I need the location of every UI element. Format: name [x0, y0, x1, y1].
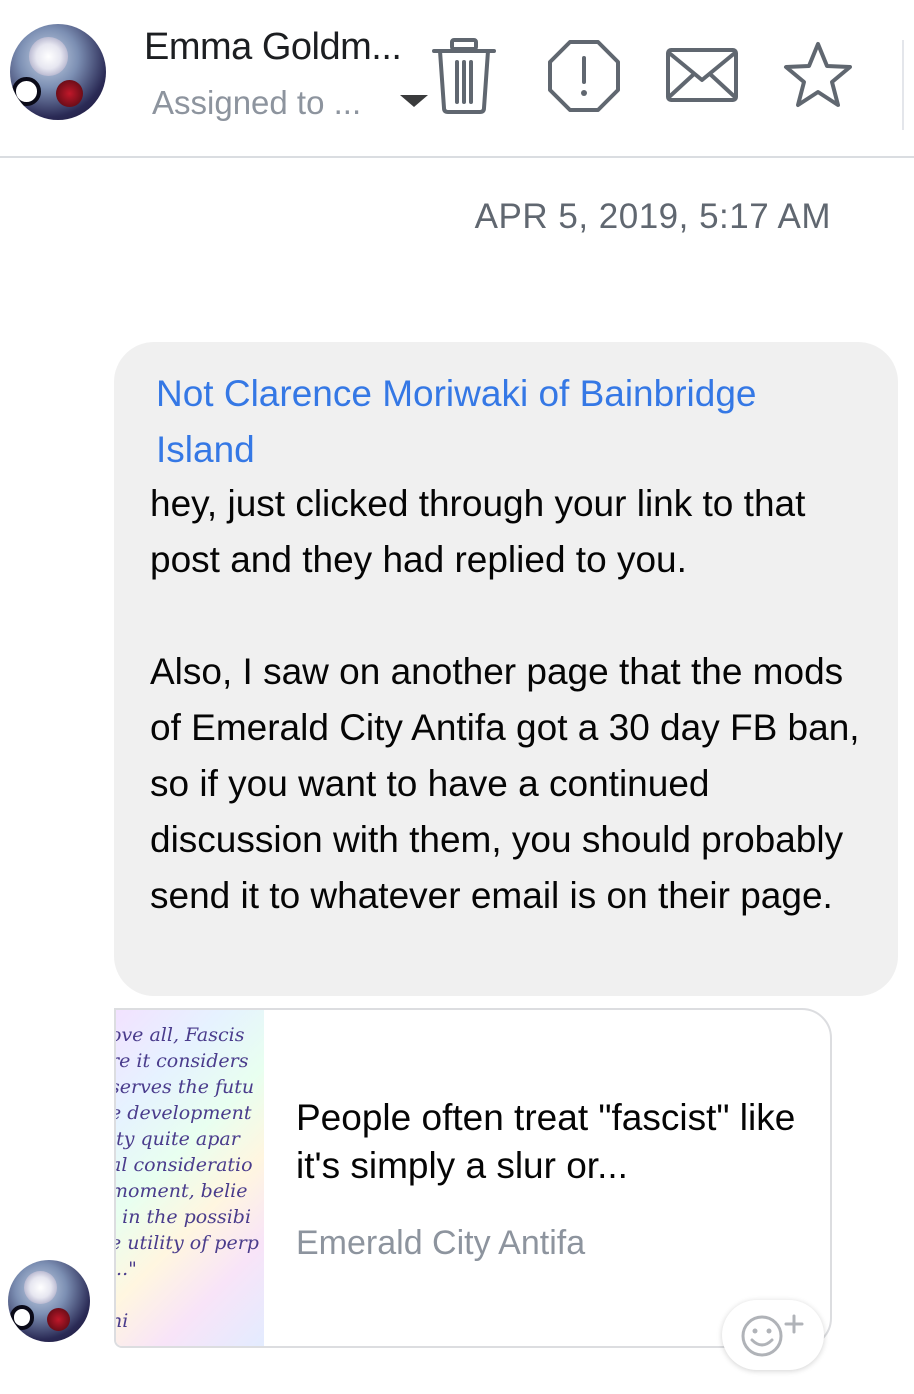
message-timestamp: APR 5, 2019, 5:17 AM	[474, 197, 831, 236]
assigned-to-label[interactable]: Assigned to ...	[152, 84, 361, 122]
avatar-swirl	[11, 76, 41, 106]
conversation-header: Emma Goldm... Assigned to ...	[0, 0, 914, 158]
thumbnail-text-line: re it considers	[116, 1050, 249, 1072]
thumbnail-text-line: e utility of perp	[116, 1232, 259, 1254]
add-reaction-button[interactable]	[722, 1300, 824, 1370]
message-bubble[interactable]: Not Clarence Moriwaki of Bainbridge Isla…	[114, 342, 898, 996]
link-preview-thumbnail: ove all, Fascis re it considers serves t…	[116, 1010, 264, 1346]
message-text: hey, just clicked through your link to t…	[150, 483, 860, 916]
sender-name-link[interactable]: Not Clarence Moriwaki of Bainbridge Isla…	[156, 366, 846, 478]
star-icon[interactable]	[778, 36, 858, 116]
thumbnail-text-line: ..."	[116, 1258, 137, 1280]
avatar-face	[24, 1271, 58, 1305]
thumbnail-text-line: e development	[116, 1102, 252, 1124]
thumbnail-text-line: ove all, Fascis	[116, 1024, 245, 1046]
avatar-red-emblem	[47, 1307, 71, 1331]
link-preview-source: Emerald City Antifa	[296, 1224, 586, 1262]
contact-name[interactable]: Emma Goldm...	[144, 26, 402, 69]
trash-icon[interactable]	[424, 36, 504, 116]
avatar-red-emblem	[56, 79, 83, 107]
avatar-face	[29, 37, 68, 76]
thumbnail-text-line: i in the possibi	[116, 1206, 252, 1228]
link-preview-title[interactable]: People often treat "fascist" like it's s…	[296, 1094, 816, 1190]
thumbnail-text-line: al consideratio	[116, 1154, 253, 1176]
avatar-swirl	[9, 1305, 35, 1330]
thumbnail-text-line: moment, belie	[116, 1180, 248, 1202]
mail-icon[interactable]	[662, 36, 742, 116]
link-preview-card[interactable]: ove all, Fascis re it considers serves t…	[114, 1008, 832, 1348]
thumbnail-text-line: ni	[116, 1310, 129, 1332]
smiley-plus-icon	[741, 1314, 804, 1357]
sender-avatar[interactable]	[8, 1260, 90, 1342]
thumbnail-text-line: ity quite apar	[116, 1128, 240, 1150]
contact-avatar[interactable]	[10, 24, 106, 120]
alert-icon[interactable]	[544, 36, 624, 116]
thumbnail-text-line: serves the futu	[116, 1076, 255, 1098]
header-edge-divider	[902, 40, 904, 130]
